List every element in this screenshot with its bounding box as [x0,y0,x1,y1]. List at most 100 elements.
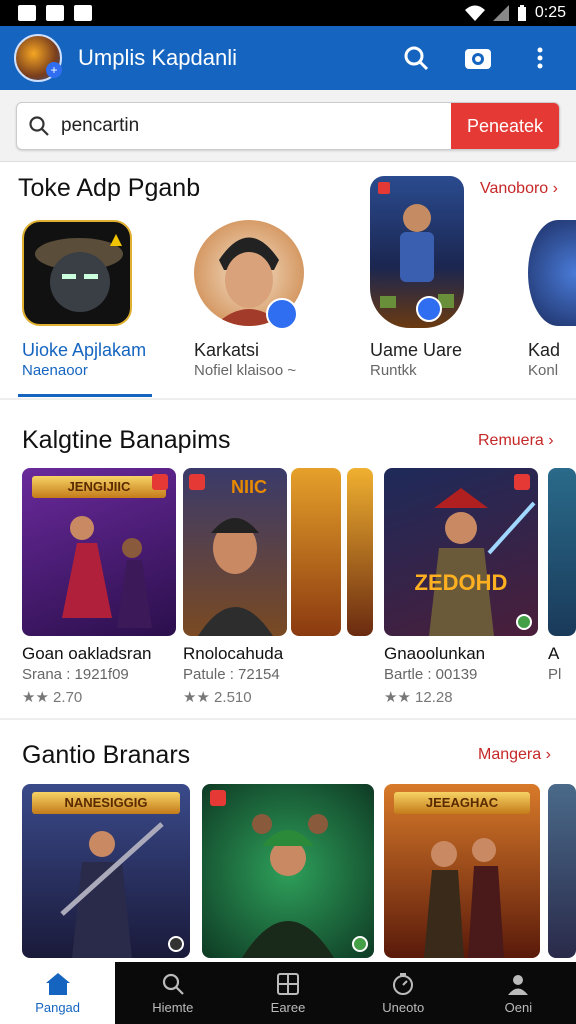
game-image: ZEDOHD [384,468,538,636]
search-icon [162,973,184,995]
nav-profile[interactable]: Oeni [461,962,576,1024]
nav-label: Pangad [35,999,81,1015]
game-meta: Pl [548,666,562,683]
game-card[interactable]: JEEAGHAC [384,784,540,958]
more-vert-icon [537,47,543,69]
app-thumbnail [370,176,464,328]
tag-icon [514,474,530,490]
game-banner: JEEAGHAC [394,792,530,814]
app-subtitle: Nofiel klaisoo ~ [194,362,297,379]
game-image [548,784,576,958]
divider [0,398,576,400]
game-banner: JENGIJIIC [32,476,166,498]
status-bar: 0:25 [0,0,576,26]
app-item[interactable]: Uame Uare Runtkk [370,176,464,379]
app-name: Uioke Apjlakam [22,340,147,360]
battery-icon [517,5,526,21]
see-all-banners[interactable]: Remuera › [478,432,554,450]
game-card[interactable]: NANESIGGIG [22,784,190,958]
game-rating: ★★ 12.28 [384,689,453,706]
nav-timer[interactable]: Uneoto [346,962,461,1024]
camera-button[interactable] [464,44,492,72]
badge-icon [352,936,368,952]
notification-icons [18,5,92,21]
game-title: Rnolocahuda [183,644,284,663]
gallery-notification-icon [46,5,64,21]
app-item[interactable]: Karkatsi Nofiel klaisoo ~ [194,220,304,379]
bottom-nav: Pangad Hiemte Earee Uneoto Oeni [0,962,576,1024]
game-meta: Patule : 72154 [183,666,280,683]
nav-grid[interactable]: Earee [230,962,345,1024]
tag-icon [378,182,390,194]
search-box: Peneatek [16,102,560,150]
badge-icon [516,614,532,630]
search-icon [404,46,429,71]
divider [0,718,576,720]
grid-icon [277,972,299,995]
see-all-game-banners[interactable]: Mangera › [478,746,551,764]
app-subtitle: Naenaoor [22,362,88,379]
app-thumbnail [528,220,576,326]
game-title: Goan oakladsran [22,644,152,663]
audio-badge-icon [266,298,298,330]
app-subtitle: Runtkk [370,362,417,379]
game-card[interactable] [548,784,576,958]
search-input[interactable] [61,115,451,137]
tag-icon [210,790,226,806]
search-button[interactable] [402,44,430,72]
app-title: Umplis Kapdanli [78,45,237,70]
app-item[interactable]: Kad Konl [528,220,576,379]
badge-icon [168,936,184,952]
game-image [548,468,576,636]
nav-label: Uneoto [382,999,425,1015]
game-banner: ZEDOHD [414,570,508,595]
nav-search[interactable]: Hiemte [115,962,230,1024]
game-title: Gnaoolunkan [384,644,486,663]
game-card[interactable]: ZEDOHD Gnaoolunkan Bartle : 00139 ★★ 12.… [384,468,538,706]
app-bar: + Umplis Kapdanli [0,26,576,90]
section-title-banners: Kalgtine Banapims [22,426,231,454]
tag-icon [189,474,205,490]
game-image [291,468,341,636]
game-image: JENGIJIIC [22,468,176,636]
section-title-top-apps: Toke Adp Pganb [18,174,201,202]
game-card[interactable]: A Pl [548,468,576,683]
game-image [347,468,373,636]
search-area: Peneatek [0,90,576,162]
more-options-button[interactable] [526,44,554,72]
app-name: Kad [528,340,561,360]
game-title: A [548,644,560,663]
game-image: JEEAGHAC [384,784,540,958]
avatar[interactable]: + [14,34,62,82]
home-icon [45,972,70,995]
app-subtitle: Konl [528,362,559,379]
see-all-top-apps[interactable]: Vanoboro › [480,180,558,198]
selected-indicator [18,394,152,397]
nav-label: Oeni [504,999,533,1015]
game-image [202,784,374,958]
nav-label: Earee [270,999,306,1015]
app-name: Karkatsi [194,340,260,360]
timer-icon [393,972,414,995]
tag-icon [152,474,168,490]
status-time: 0:25 [534,4,566,21]
game-card[interactable]: NIIC Rnolocahuda Patule : 72154 ★★ 2.510 [183,468,373,706]
game-meta: Srana : 1921f09 [22,666,129,683]
profile-icon [508,974,529,995]
top-apps-row: Uioke Apjlakam Naenaoor Karkatsi Nofiel … [0,176,576,400]
search-submit-button[interactable]: Peneatek [451,103,559,149]
game-rating: ★★ 2.510 [183,689,252,706]
image-notification-icon [18,5,36,21]
game-banner: NANESIGGIG [32,792,180,814]
game-meta: Bartle : 00139 [384,666,478,683]
game-banner: NIIC [231,477,267,497]
nav-home[interactable]: Pangad [0,962,116,1024]
wifi-icon [464,5,485,21]
game-card[interactable]: JENGIJIIC Goan oakladsran Srana : 1921f0… [22,468,176,706]
app-item[interactable]: Uioke Apjlakam Naenaoor [22,220,146,379]
game-card[interactable] [202,784,374,958]
search-field-icon [17,115,61,137]
game-image: NANESIGGIG [22,784,190,958]
camera-icon [465,49,491,69]
nav-label: Hiemte [152,999,194,1015]
